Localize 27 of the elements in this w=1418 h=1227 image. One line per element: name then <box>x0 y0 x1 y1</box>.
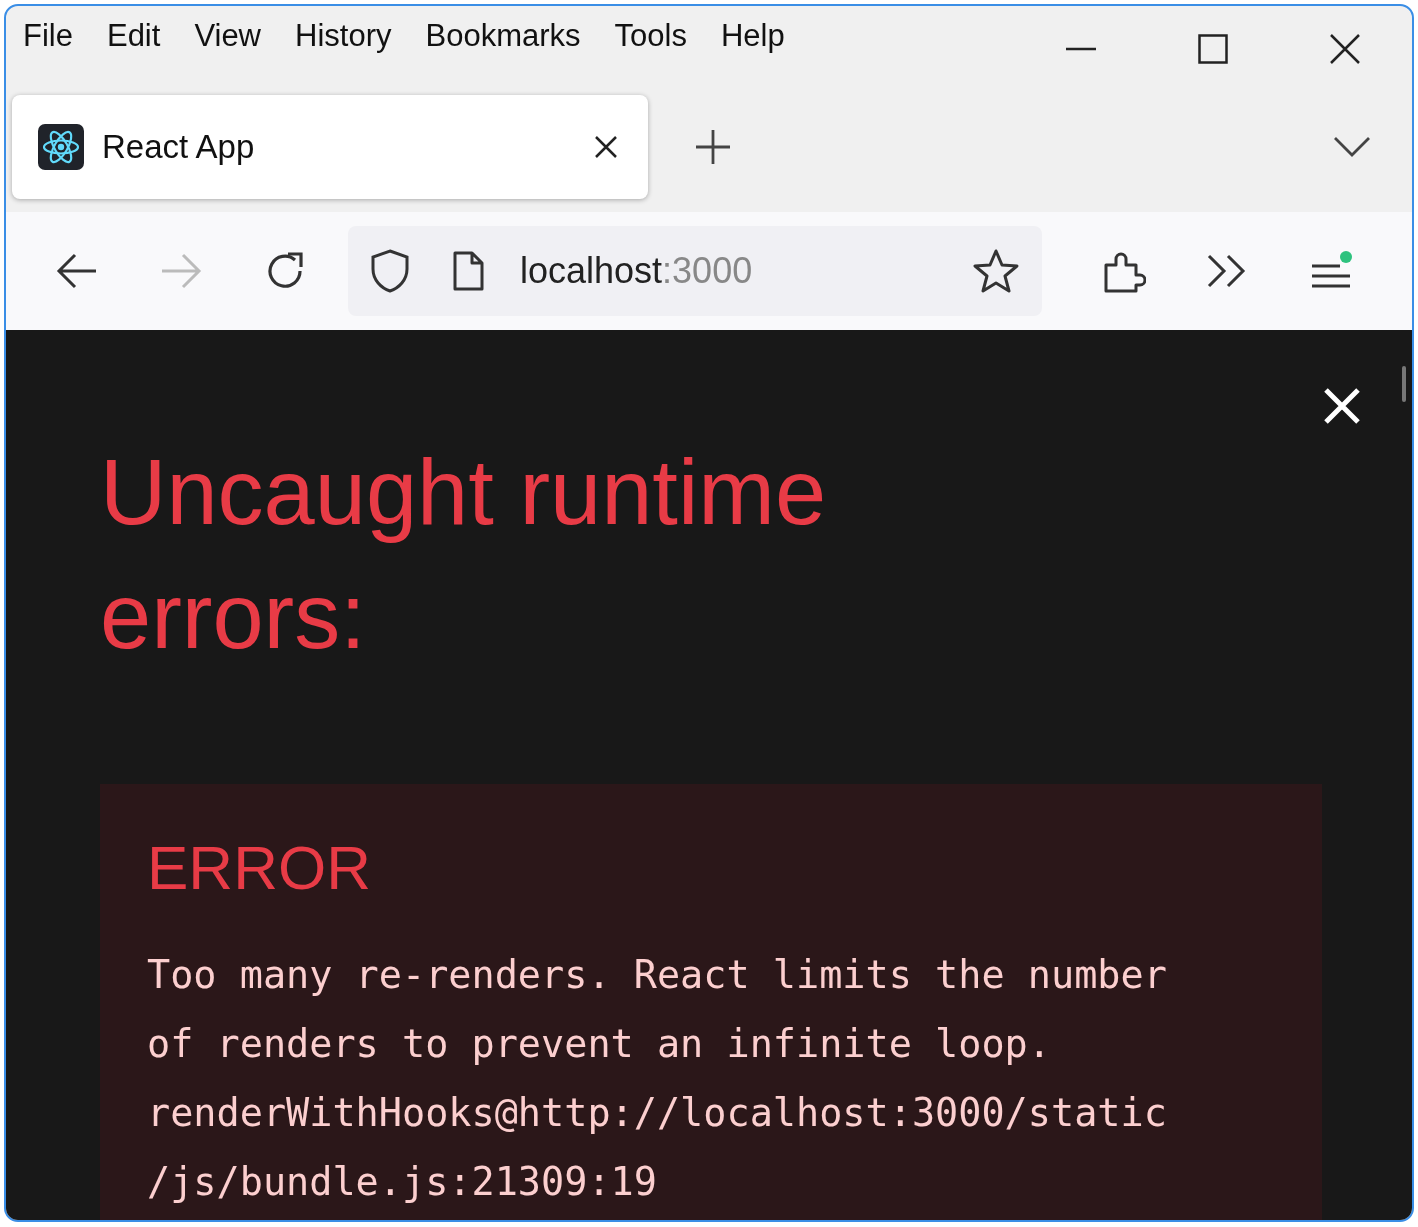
chevron-down-icon[interactable] <box>1334 137 1370 157</box>
browser-tab[interactable]: React App <box>12 95 648 199</box>
menu-item[interactable]: Help <box>720 18 785 54</box>
atom-icon <box>38 124 84 170</box>
page-icon[interactable] <box>452 251 484 291</box>
menu-item[interactable]: History <box>295 18 392 54</box>
menu-item[interactable]: View <box>194 18 261 54</box>
error-message: Too many re-renders. React limits the number of renders to prevent an infinite loop. renderWithHooks@http://localhost:3000/static /js/bundle.js:21309:19 <box>147 951 1167 1206</box>
scrollbar-thumb[interactable] <box>1402 366 1406 402</box>
menu-item[interactable]: File <box>23 18 73 54</box>
close-icon[interactable] <box>1330 34 1360 64</box>
menu-item[interactable]: Edit <box>106 18 161 54</box>
address-bar[interactable]: localhost:3000 <box>348 226 1042 316</box>
star-icon[interactable] <box>972 248 1020 294</box>
error-heading: Uncaught runtime errors: <box>100 440 828 669</box>
menu-item[interactable]: Bookmarks <box>425 18 581 54</box>
double-chevron-icon[interactable] <box>1206 253 1248 289</box>
url-port: :3000 <box>662 250 753 292</box>
new-tab-icon[interactable] <box>696 130 730 164</box>
url-text: localhost <box>520 250 663 292</box>
tab-title: React App <box>102 128 256 166</box>
close-icon[interactable] <box>594 135 618 159</box>
shield-icon[interactable] <box>370 249 410 293</box>
menu-item[interactable]: Tools <box>614 18 687 54</box>
back-icon[interactable] <box>56 253 98 289</box>
maximize-icon[interactable] <box>1198 34 1228 64</box>
error-label: ERROR <box>147 832 372 904</box>
